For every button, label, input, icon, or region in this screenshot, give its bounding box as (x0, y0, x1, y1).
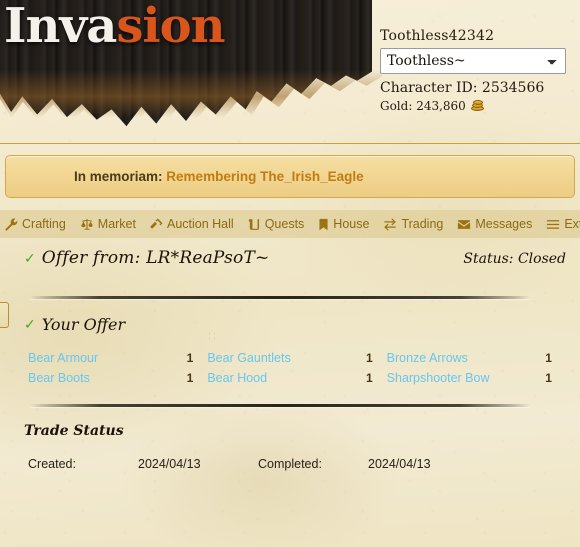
site-header: Invasion Toothless42342 Toothless~ Chara… (0, 0, 580, 145)
scales-icon (80, 218, 94, 231)
list-item[interactable]: Bear Gauntlets 1 (207, 348, 386, 368)
item-name[interactable]: Sharpshooter Bow (387, 371, 490, 385)
offer-status-label: Status: Closed (463, 251, 566, 267)
trade-status-heading: Trade Status (0, 407, 580, 439)
nav-label-auction-hall: Auction Hall (166, 217, 234, 231)
wrench-icon (5, 217, 18, 231)
nav-label-quests: Quests (264, 217, 305, 231)
green-check-icon: ✓ (24, 316, 36, 333)
offer-items-grid: Bear Armour 1 Bear Gauntlets 1 Bronze Ar… (0, 334, 580, 388)
character-select[interactable]: Toothless~ (380, 48, 566, 74)
list-item[interactable]: Bear Boots 1 (28, 368, 207, 388)
item-name[interactable]: Bear Armour (28, 351, 98, 365)
gold-amount-label: Gold: 243,860 (380, 99, 466, 113)
account-panel: Toothless42342 Toothless~ Character ID: … (380, 28, 576, 113)
envelope-icon (457, 219, 471, 230)
nav-label-market: Market (97, 217, 136, 231)
nav-label-messages: Messages (475, 217, 533, 231)
item-quantity: 1 (365, 371, 373, 385)
nav-item-messages[interactable]: Messages (450, 217, 539, 231)
item-quantity: 1 (186, 371, 194, 385)
list-item[interactable]: Bear Hood 1 (207, 368, 386, 388)
memoriam-value[interactable]: Remembering The_Irish_Eagle (166, 169, 363, 184)
bookmark-icon (318, 218, 329, 231)
completed-label: Completed: (258, 457, 322, 471)
item-quantity: 1 (545, 351, 552, 365)
nav-label-extras: Extras (564, 217, 580, 231)
your-offer-title: Your Offer (41, 315, 126, 334)
trade-status-title: Trade Status (24, 423, 124, 439)
list-item[interactable]: Bronze Arrows 1 (387, 348, 566, 368)
list-item[interactable]: Bear Armour 1 (28, 348, 207, 368)
item-name[interactable]: Bear Boots (28, 371, 90, 385)
memoriam-banner: In memoriam: Remembering The_Irish_Eagle (5, 155, 575, 198)
offer-from-title: Offer from: LR*ReaPsoT~ (41, 248, 270, 268)
main-content: ✓ Offer from: LR*ReaPsoT~ Status: Closed… (0, 238, 580, 471)
green-check-icon: ✓ (24, 251, 36, 267)
hamburger-menu-icon (546, 219, 560, 230)
nav-item-crafting[interactable]: Crafting (0, 217, 73, 231)
page-root: Invasion Toothless42342 Toothless~ Chara… (0, 0, 580, 547)
logo-text-accent: sion (116, 0, 225, 54)
site-logo[interactable]: Invasion (4, 2, 226, 50)
main-navigation: Crafting Market Auction Hall Quests Hous (0, 210, 580, 238)
nav-item-house[interactable]: House (311, 217, 376, 231)
offer-header: ✓ Offer from: LR*ReaPsoT~ Status: Closed (0, 238, 580, 268)
item-quantity: 1 (365, 351, 373, 365)
nav-item-extras[interactable]: Extras (539, 217, 580, 231)
created-label: Created: (28, 457, 76, 471)
logo-text-primary: Inva (4, 0, 117, 54)
memoriam-label: In memoriam: (74, 169, 163, 184)
character-id-label: Character ID: 2534566 (380, 80, 545, 96)
gavel-icon (150, 217, 163, 231)
memoriam-text: In memoriam: Remembering The_Irish_Eagle (6, 169, 364, 184)
trade-status-row: Created: 2024/04/13 Completed: 2024/04/1… (0, 439, 580, 471)
exchange-arrows-icon (383, 217, 397, 231)
completed-value: 2024/04/13 (368, 457, 431, 471)
nav-item-market[interactable]: Market (73, 217, 143, 231)
gold-coins-icon (470, 100, 485, 112)
nav-label-trading: Trading (401, 217, 444, 231)
nav-item-trading[interactable]: Trading (376, 217, 450, 231)
nav-label-crafting: Crafting (22, 217, 66, 231)
created-value: 2024/04/13 (138, 457, 201, 471)
item-name[interactable]: Bear Hood (207, 371, 267, 385)
header-divider (0, 143, 580, 144)
list-item[interactable]: Sharpshooter Bow 1 (387, 368, 566, 388)
nav-item-quests[interactable]: Quests (241, 217, 312, 231)
scroll-icon (248, 218, 261, 231)
item-quantity: 1 (186, 351, 194, 365)
gold-row: Gold: 243,860 (380, 99, 576, 113)
your-offer-heading: ✓ Your Offer (0, 299, 580, 334)
page-side-tab[interactable] (0, 302, 9, 328)
item-name[interactable]: Bear Gauntlets (207, 351, 290, 365)
nav-item-auction-hall[interactable]: Auction Hall (143, 217, 241, 231)
item-name[interactable]: Bronze Arrows (387, 351, 468, 365)
nav-label-house: House (333, 217, 370, 231)
username-label: Toothless42342 (380, 28, 495, 44)
item-quantity: 1 (545, 371, 552, 385)
